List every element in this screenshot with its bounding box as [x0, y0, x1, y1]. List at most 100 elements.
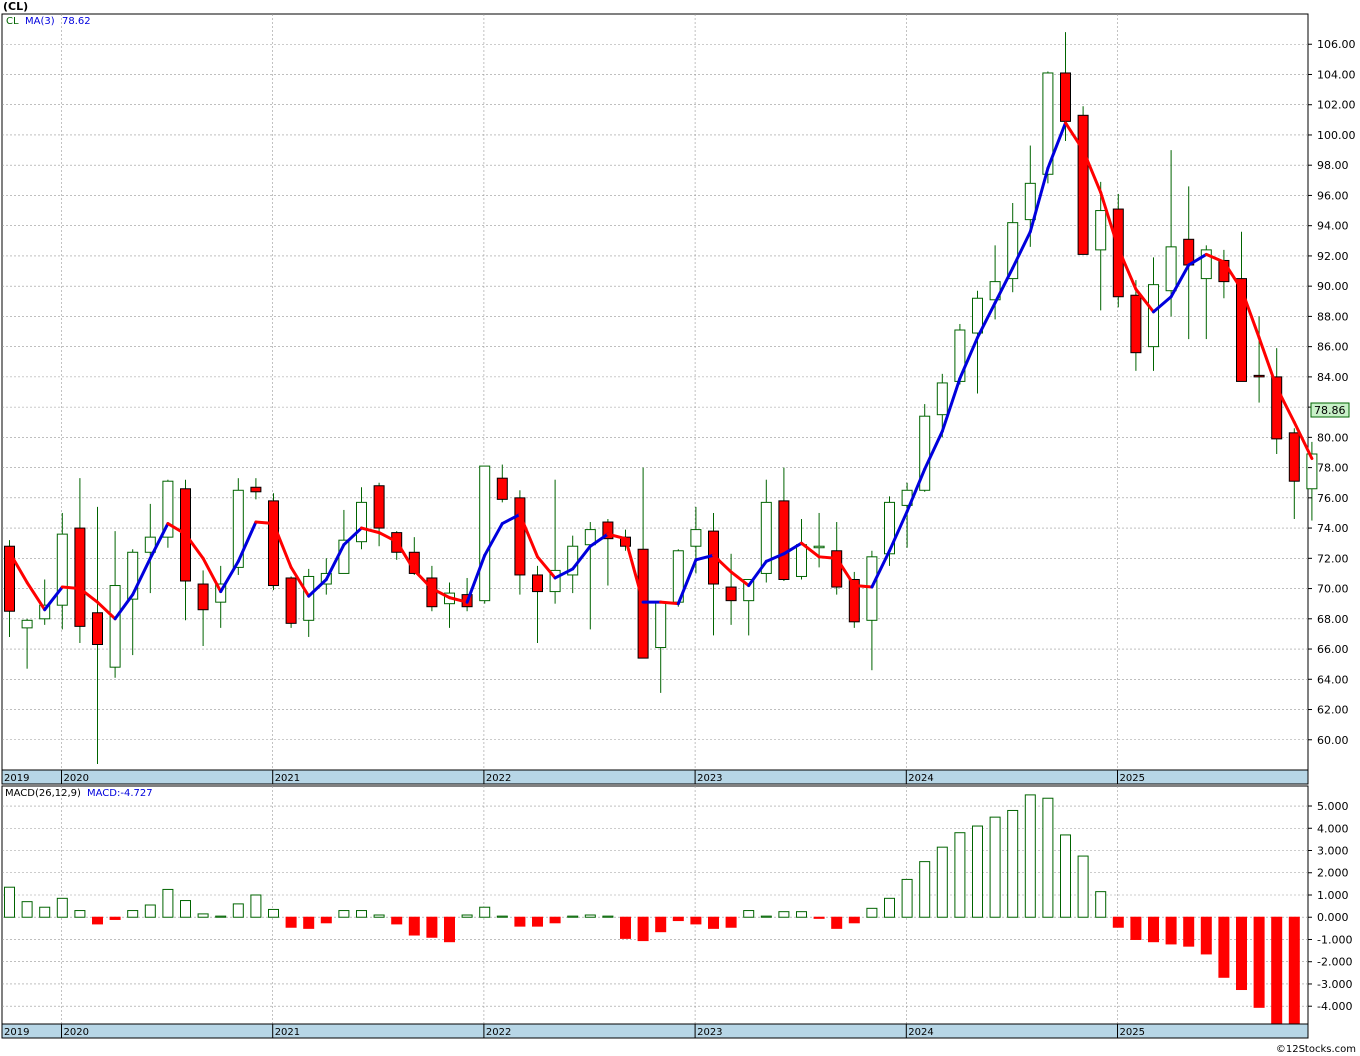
macd-y-tick-label: 3.000 — [1317, 845, 1349, 858]
ma-segment — [254, 520, 275, 526]
macd-bar-positive — [250, 894, 262, 918]
macd-bar-positive — [56, 897, 68, 918]
macd-bar-positive — [602, 915, 614, 918]
chart-canvas: 60.00 62.00 64.00 66.00 68.00 70.00 72.00 74.00… — [1, 13, 1356, 1039]
year-label: 2019 — [4, 773, 29, 784]
price-y-tick-label: 102.00 — [1317, 99, 1356, 112]
macd-bar-negative — [532, 916, 543, 927]
macd-bar-positive — [461, 914, 473, 918]
price-date-band — [1, 769, 1309, 785]
macd-bar-positive — [21, 901, 33, 918]
price-y-tick-label: 94.00 — [1317, 220, 1349, 233]
candle-up — [655, 601, 667, 649]
price-panel — [1, 13, 1309, 771]
macd-bar-positive — [796, 911, 807, 918]
price-y-tick-label: 78.00 — [1317, 462, 1349, 475]
candle-down — [268, 500, 279, 587]
macd-bar-negative — [848, 916, 860, 924]
macd-legend-label: MACD(26,12,9) — [5, 788, 81, 799]
price-y-tick-label: 62.00 — [1317, 704, 1349, 717]
macd-bar-negative — [831, 916, 843, 929]
macd-bar-positive — [954, 832, 966, 918]
candle-down — [92, 612, 103, 646]
macd-panel — [1, 785, 1309, 1025]
candle-up — [56, 533, 68, 606]
macd-bar-positive — [884, 897, 895, 918]
macd-bar-negative — [1218, 916, 1230, 978]
candle-down — [1077, 114, 1089, 255]
candle-up — [1165, 246, 1177, 292]
macd-bar-positive — [144, 904, 156, 918]
ma-segment — [659, 600, 680, 606]
macd-bar-positive — [39, 906, 51, 918]
macd-bar-positive — [972, 825, 983, 918]
macd-bar-negative — [408, 916, 420, 936]
candle-down — [637, 548, 649, 659]
macd-bar-negative — [514, 916, 526, 927]
macd-bar-positive — [479, 906, 491, 918]
price-y-tick-label: 70.00 — [1317, 583, 1349, 596]
legend-ma-value: 78.62 — [62, 16, 91, 27]
price-y-tick-label: 60.00 — [1317, 734, 1349, 747]
price-y-tick-label: 90.00 — [1317, 280, 1349, 293]
macd-bar-positive — [567, 915, 579, 918]
price-y-tick-label: 98.00 — [1317, 159, 1349, 172]
macd-bar-negative — [320, 916, 332, 924]
macd-bar-positive — [1007, 809, 1019, 918]
macd-bar-negative — [1200, 916, 1212, 955]
year-label: 2021 — [275, 1027, 300, 1038]
candle-up — [866, 556, 878, 621]
macd-bar-negative — [1165, 916, 1177, 945]
macd-bar-positive — [989, 816, 1001, 918]
macd-bar-negative — [1288, 916, 1300, 1025]
ma-segment — [817, 555, 839, 560]
candle-down — [1130, 294, 1142, 354]
candle-up — [813, 545, 825, 549]
candle-up — [1148, 284, 1159, 348]
macd-bar-negative — [444, 916, 455, 943]
watermark: ©12Stocks.com — [1275, 1044, 1356, 1055]
candle-down — [285, 577, 297, 624]
macd-bar-positive — [496, 915, 508, 918]
price-y-tick-label: 72.00 — [1317, 552, 1349, 565]
macd-bar-positive — [74, 910, 86, 918]
macd-y-tick-label: 0.000 — [1317, 911, 1349, 924]
macd-bar-negative — [391, 916, 403, 925]
candle-down — [778, 500, 790, 580]
candle-down — [725, 586, 737, 602]
price-y-tick-label: 92.00 — [1317, 250, 1349, 263]
macd-bar-negative — [426, 916, 438, 938]
price-y-tick-label: 84.00 — [1317, 371, 1349, 384]
macd-bar-positive — [162, 888, 174, 918]
ma-segment — [60, 585, 82, 591]
macd-bar-negative — [285, 916, 297, 928]
macd-bar-negative — [708, 916, 719, 929]
price-y-tick-label: 74.00 — [1317, 522, 1349, 535]
candle-down — [532, 574, 543, 593]
macd-bar-positive — [197, 913, 209, 918]
macd-bar-positive — [215, 915, 227, 918]
macd-bar-positive — [866, 907, 878, 918]
macd-bar-negative — [672, 916, 684, 922]
candle-down — [1183, 238, 1195, 266]
macd-bar-positive — [743, 910, 755, 918]
candle-down — [1253, 374, 1265, 378]
macd-bar-positive — [180, 900, 191, 918]
macd-y-axis: -4.000 -3.000 -2.000 -1.000 0.000 1.000 2.000 3… — [1308, 800, 1352, 1013]
macd-bar-negative — [92, 916, 103, 925]
macd-bar-positive — [4, 886, 15, 918]
macd-legend-value: MACD:-4.727 — [87, 788, 153, 799]
candle-down — [1288, 432, 1300, 482]
macd-bar-positive — [1077, 855, 1089, 918]
legend-ma-label: MA(3) — [25, 16, 55, 27]
price-y-axis: 60.00 62.00 64.00 66.00 68.00 70.00 72.00 74.00… — [1308, 38, 1356, 747]
macd-bar-negative — [1148, 916, 1159, 943]
candle-down — [514, 497, 526, 576]
macd-bar-positive — [1042, 797, 1054, 918]
year-label: 2022 — [486, 1027, 511, 1038]
year-label: 2020 — [64, 773, 89, 784]
macd-bar-positive — [901, 878, 913, 918]
year-label: 2022 — [486, 773, 511, 784]
macd-y-tick-label: -4.000 — [1317, 1000, 1352, 1013]
macd-y-tick-label: 1.000 — [1317, 889, 1349, 902]
